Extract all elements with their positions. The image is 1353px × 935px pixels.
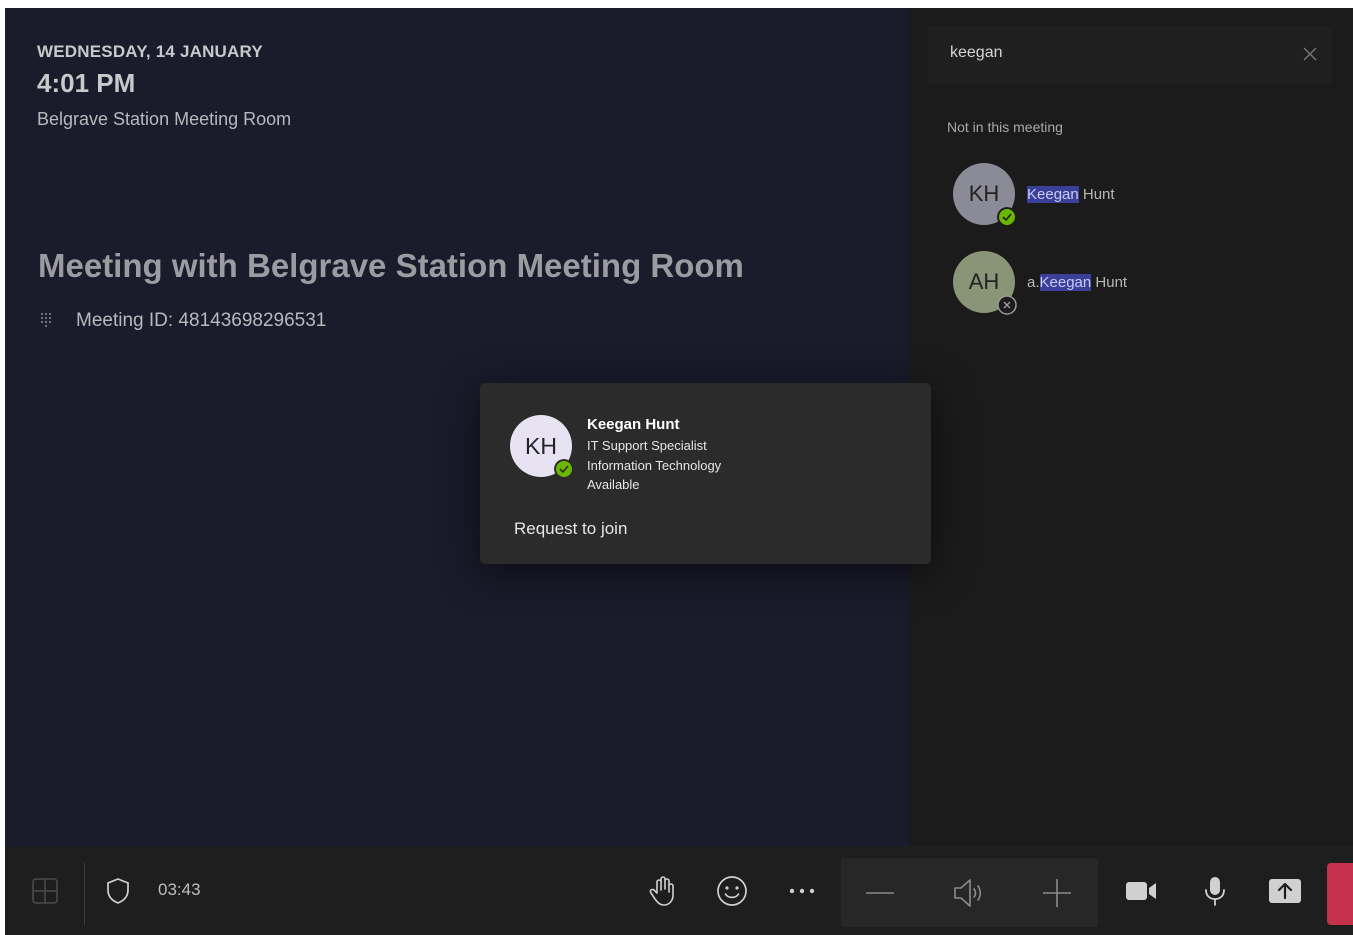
request-to-join-button[interactable]: Request to join xyxy=(514,519,627,539)
people-search xyxy=(928,26,1332,84)
name-rest: Hunt xyxy=(1091,273,1128,291)
grid-icon xyxy=(32,877,58,904)
raise-hand-button[interactable] xyxy=(645,846,681,935)
microphone-icon xyxy=(1205,876,1225,906)
microphone-button[interactable] xyxy=(1200,846,1230,935)
meeting-title: Meeting with Belgrave Station Meeting Ro… xyxy=(38,247,744,284)
available-status-icon xyxy=(554,459,574,479)
available-status-icon xyxy=(997,207,1017,227)
layout-button[interactable] xyxy=(27,846,63,935)
meeting-time: 4:01 PM xyxy=(37,68,136,98)
meeting-window: WEDNESDAY, 14 JANUARY 4:01 PM Belgrave S… xyxy=(5,8,1353,935)
card-name: Keegan Hunt xyxy=(587,416,680,433)
dialpad-icon xyxy=(41,313,51,327)
volume-controls xyxy=(841,858,1098,927)
card-department: Information Technology xyxy=(587,457,722,473)
avatar: KH xyxy=(953,163,1017,227)
person-result[interactable]: AH a.Keegan Hunt xyxy=(953,251,1128,315)
search-highlight: Keegan xyxy=(1027,185,1079,203)
profile-card: KH Keegan Hunt IT Support Specialist Inf… xyxy=(480,383,931,564)
smiley-icon xyxy=(717,875,747,906)
name-rest: Hunt xyxy=(1078,185,1115,203)
raise-hand-icon xyxy=(649,875,674,906)
section-label: Not in this meeting xyxy=(947,119,1063,135)
card-avatar: KH xyxy=(510,415,574,479)
person-result[interactable]: KH Keegan Hunt xyxy=(953,163,1115,227)
volume-down-button[interactable] xyxy=(863,858,897,927)
camera-button[interactable] xyxy=(1123,846,1159,935)
video-camera-icon xyxy=(1126,881,1156,900)
call-timer: 03:43 xyxy=(158,880,201,899)
reactions-button[interactable] xyxy=(714,846,750,935)
search-input[interactable] xyxy=(950,44,1280,62)
speaker-button[interactable] xyxy=(949,858,989,927)
name-prefix: a. xyxy=(1027,273,1040,291)
meeting-id-row: Meeting ID: 48143698296531 xyxy=(38,310,326,332)
close-icon[interactable] xyxy=(1302,46,1318,62)
avatar-initials: KH xyxy=(968,181,1000,206)
plus-icon xyxy=(1043,878,1071,907)
more-options-button[interactable] xyxy=(786,846,818,935)
avatar-initials: KH xyxy=(525,432,557,459)
card-info: Keegan Hunt IT Support Specialist Inform… xyxy=(587,416,721,495)
minus-icon xyxy=(866,891,894,894)
avatar-initials: AH xyxy=(968,269,1000,294)
meeting-id: Meeting ID: 48143698296531 xyxy=(76,310,327,331)
search-highlight: Keegan xyxy=(1039,273,1092,291)
meeting-room: Belgrave Station Meeting Room xyxy=(37,109,292,129)
offline-status-icon xyxy=(997,295,1017,315)
security-button[interactable] xyxy=(103,846,133,935)
person-name: a.Keegan Hunt xyxy=(1027,273,1128,291)
volume-up-button[interactable] xyxy=(1040,858,1074,927)
people-panel: Not in this meeting KH Keegan Hunt AH a.… xyxy=(908,8,1353,846)
avatar: AH xyxy=(953,251,1017,315)
meeting-toolbar: 03:43 xyxy=(5,846,1353,935)
share-screen-button[interactable] xyxy=(1267,846,1303,935)
more-icon xyxy=(789,888,815,893)
card-status: Available xyxy=(587,477,640,492)
meeting-date: WEDNESDAY, 14 JANUARY xyxy=(37,42,263,61)
shield-icon xyxy=(107,877,129,904)
share-screen-icon xyxy=(1269,878,1301,903)
speaker-icon xyxy=(954,878,982,907)
person-name: Keegan Hunt xyxy=(1027,185,1115,203)
toolbar-divider xyxy=(84,863,85,925)
card-role: IT Support Specialist xyxy=(587,438,707,453)
leave-call-button[interactable] xyxy=(1327,863,1353,925)
